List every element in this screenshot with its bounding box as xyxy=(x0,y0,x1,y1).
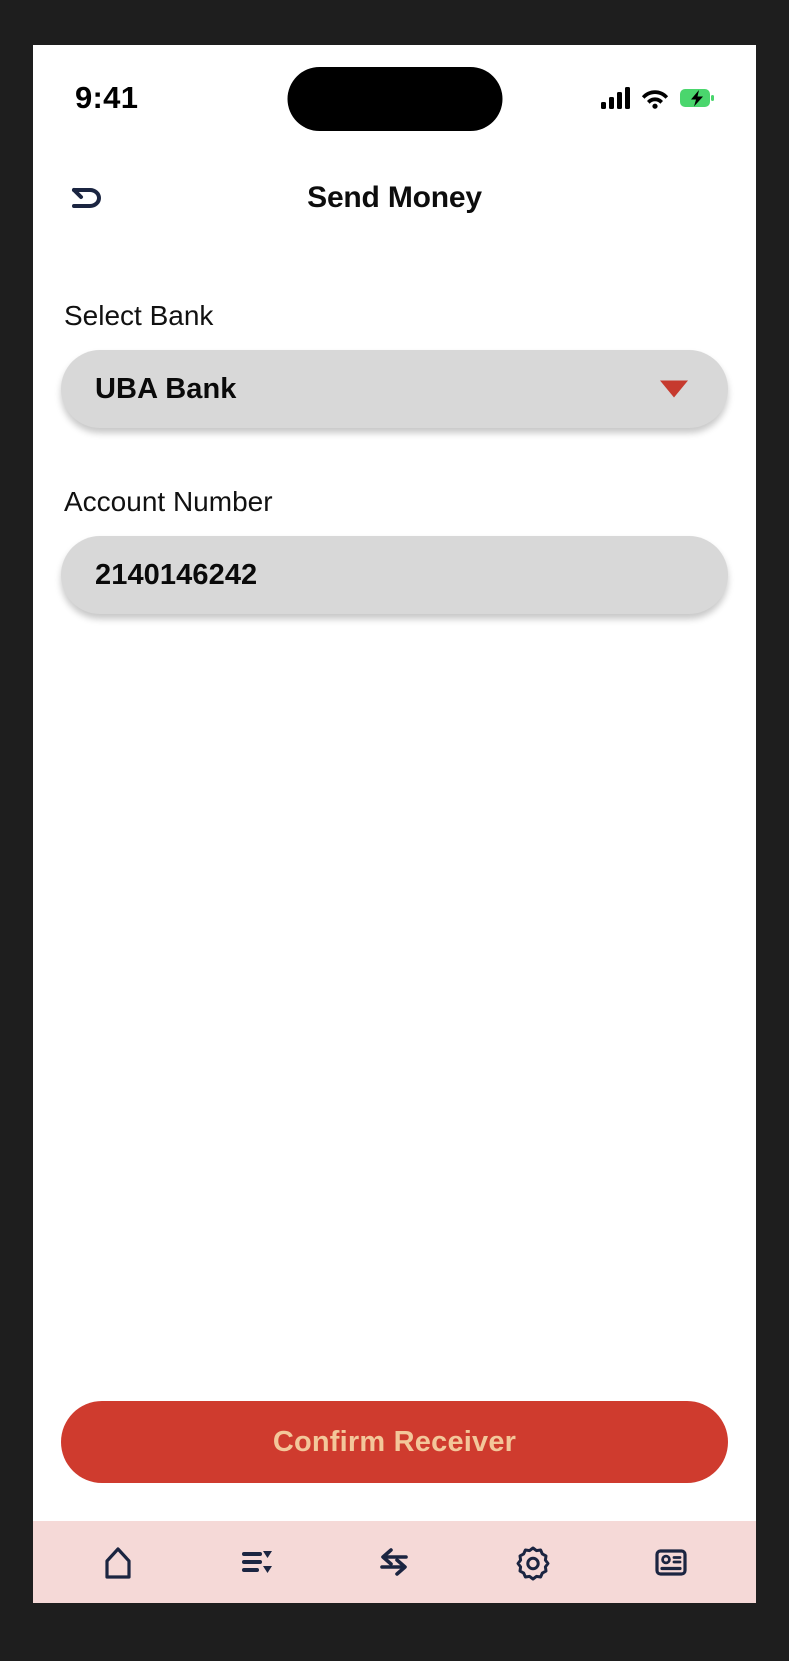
send-money-form: Select Bank UBA Bank Account Number 2140… xyxy=(33,245,756,1401)
page-title: Send Money xyxy=(307,180,482,214)
account-number-input-wrap[interactable]: 2140146242 xyxy=(61,536,728,614)
account-number-input[interactable]: 2140146242 xyxy=(95,559,257,592)
nav-item-settings[interactable] xyxy=(491,1531,575,1593)
wifi-icon xyxy=(641,89,669,109)
select-bank-dropdown[interactable]: UBA Bank xyxy=(61,350,728,428)
account-number-label: Account Number xyxy=(64,486,273,517)
settings-gear-icon xyxy=(516,1546,550,1581)
id-card-icon xyxy=(655,1549,687,1576)
status-bar-time: 9:41 xyxy=(75,79,139,115)
cellular-signal-icon xyxy=(601,86,630,109)
app-header: Send Money xyxy=(33,150,756,245)
bottom-navigation-bar xyxy=(33,1521,756,1603)
nav-item-transactions[interactable] xyxy=(214,1531,298,1593)
phone-screen: 9:41 Send Money Select Bank UBA Bank Acc… xyxy=(33,45,756,1603)
nav-item-home[interactable] xyxy=(76,1531,160,1593)
dynamic-island xyxy=(287,67,502,131)
form-spacer xyxy=(61,672,728,1401)
home-icon xyxy=(105,1547,131,1579)
transactions-list-icon xyxy=(242,1551,273,1573)
select-bank-value: UBA Bank xyxy=(95,372,237,405)
status-bar-indicators xyxy=(601,86,714,109)
phone-device-frame: 9:41 Send Money Select Bank UBA Bank Acc… xyxy=(0,0,789,1661)
battery-charging-icon xyxy=(680,88,714,107)
confirm-receiver-button[interactable]: Confirm Receiver xyxy=(61,1401,728,1483)
back-button[interactable] xyxy=(61,171,115,225)
account-number-field-group: Account Number 2140146242 xyxy=(61,486,728,614)
transfer-arrows-icon xyxy=(380,1548,409,1576)
chevron-down-icon xyxy=(660,380,688,398)
back-arrow-icon xyxy=(72,187,101,208)
select-bank-field-group: Select Bank UBA Bank xyxy=(61,300,728,428)
nav-item-transfer[interactable] xyxy=(352,1531,436,1593)
nav-item-account[interactable] xyxy=(629,1531,713,1593)
status-bar: 9:41 xyxy=(33,45,756,150)
select-bank-label: Select Bank xyxy=(64,300,214,331)
cta-container: Confirm Receiver xyxy=(33,1401,756,1521)
